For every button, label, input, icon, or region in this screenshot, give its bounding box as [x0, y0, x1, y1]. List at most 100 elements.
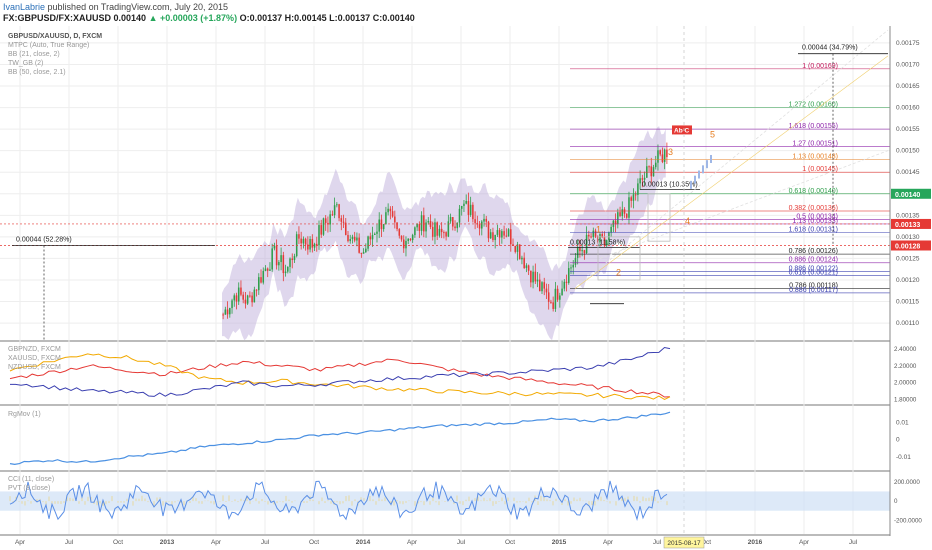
candle-body [244, 299, 247, 304]
time-tick-label: Oct [309, 539, 319, 546]
measure-label: 0.00013 (10.35%) [642, 181, 698, 188]
candle-body [427, 221, 430, 223]
candle-body [465, 201, 467, 204]
elliott-wave-label: 3 [668, 147, 673, 157]
candle-body [300, 238, 302, 244]
rgmov-tick-label: -0.01 [896, 454, 911, 461]
author-link[interactable]: IvanLabrie [3, 2, 45, 12]
candle-body [661, 154, 664, 162]
fib-level-label: 1 (0.00145) [802, 166, 838, 173]
candle-body [338, 204, 340, 219]
candle-body [534, 271, 537, 282]
symbol-name: FX:GBPUSD/FX:XAUUSD [3, 13, 112, 23]
candle-body [663, 149, 666, 162]
candle-body [463, 203, 465, 206]
cmp-legend-item: XAUUSD, FXCM [8, 355, 61, 362]
candle-body [489, 232, 492, 239]
candle-body [456, 222, 459, 229]
time-tick-label: Apr [603, 539, 614, 546]
price-change: ▲ +0.00003 (+1.87%) [148, 13, 238, 23]
candle-body [543, 282, 546, 289]
candle-body [253, 289, 256, 303]
candle-body [554, 288, 557, 309]
candle-body [449, 217, 452, 222]
projection-bar [698, 170, 700, 179]
main-legend-item: MTPC (Auto, True Range) [8, 42, 89, 49]
fib-level-label: 1.618 (0.00131) [789, 227, 838, 234]
candle-body [438, 228, 441, 236]
time-tick-label: Jul [65, 539, 74, 546]
chart-header: IvanLabrie published on TradingView.com,… [0, 0, 932, 26]
cci-tick-label: 0 [894, 498, 898, 505]
candle-body [420, 215, 423, 231]
candle-body [389, 208, 392, 212]
high-value: 0.00145 [294, 13, 327, 23]
candle-body [614, 220, 617, 225]
candle-body [496, 230, 499, 235]
main-legend-item: TW_GB (2) [8, 60, 43, 67]
price-tick-label: 0.00170 [896, 61, 920, 68]
time-tick-label: 2016 [748, 539, 763, 546]
candle-body [472, 204, 474, 220]
candle-body [625, 213, 628, 218]
chart-canvas[interactable]: 1 (0.00169)1.272 (0.00160)1.618 (0.00155… [0, 26, 932, 550]
symbol-line: FX:GBPUSD/FX:XAUUSD 0.00140 ▲ +0.00003 (… [3, 13, 415, 23]
candle-body [505, 235, 508, 237]
candle-body [411, 235, 414, 241]
candle-body [329, 214, 331, 225]
candle-body [641, 178, 644, 180]
candle-body [233, 295, 236, 301]
candle-body [503, 231, 505, 236]
candle-body [514, 245, 517, 252]
candle-body [567, 268, 570, 283]
candle-body [498, 230, 501, 238]
candle-body [440, 228, 443, 233]
time-tick-label: Oct [113, 539, 123, 546]
candle-body [416, 224, 418, 228]
candle-body [547, 292, 550, 302]
candle-body [469, 204, 472, 215]
price-badge-label: 0.00128 [895, 243, 920, 250]
fib-level-label: 1.13 (0.00148) [792, 153, 838, 160]
candle-body [291, 258, 294, 261]
candle-body [358, 237, 360, 253]
candle-body [266, 268, 269, 271]
candle-body [538, 279, 541, 292]
candle-body [563, 281, 566, 289]
candle-body [347, 234, 349, 242]
cmp-tick-label: 1.80000 [894, 396, 917, 403]
candle-body [623, 209, 626, 214]
candle-body [570, 267, 572, 269]
abc-label: Ab C [674, 127, 689, 134]
candle-body [380, 219, 383, 230]
main-legend-item: GBPUSD/XAUUSD, D, FXCM [8, 33, 102, 40]
candle-body [409, 238, 412, 241]
candle-body [351, 236, 354, 240]
time-tick-label: Apr [15, 539, 26, 546]
time-tick-label: Jul [261, 539, 270, 546]
measure-label: 0.00044 (52.28%) [16, 236, 72, 243]
candle-body [311, 238, 314, 248]
candle-body [452, 217, 454, 227]
projection-bar [694, 175, 696, 184]
time-tick-label: Apr [407, 539, 418, 546]
publish-line: IvanLabrie published on TradingView.com,… [3, 2, 228, 12]
fib-level-label: 0.382 (0.00136) [789, 205, 838, 212]
price-badge-label: 0.00133 [895, 222, 920, 229]
cmp-legend-item: NZDUSD, FXCM [8, 364, 61, 371]
cmp-tick-label: 2.20000 [894, 363, 917, 370]
projection-bar [710, 154, 712, 163]
candle-body [485, 218, 488, 222]
fib-level-label: 0.786 (0.00126) [789, 248, 838, 255]
measure-label: 0.00044 (34.79%) [802, 45, 858, 52]
cci-tick-label: -200.0000 [894, 517, 922, 524]
candle-body [572, 264, 575, 268]
cmp-legend-item: GBPNZD, FXCM [8, 346, 61, 353]
candle-body [273, 245, 276, 249]
low-value: 0.00137 [337, 13, 371, 23]
fib-level-label: 0.618 (0.00140) [789, 188, 838, 195]
fib-level-label: 0.618 (0.00121) [789, 270, 838, 277]
last-price: 0.00140 [113, 13, 147, 23]
candle-body [378, 219, 380, 232]
candle-body [527, 265, 530, 271]
